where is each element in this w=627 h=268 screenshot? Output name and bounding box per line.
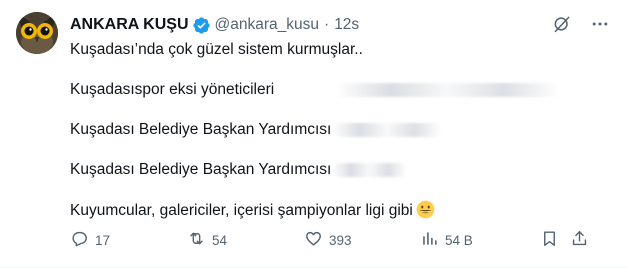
tweet-line: Kuşadası’nda çok güzel sistem kurmuşlar.… [70, 41, 363, 58]
display-name[interactable]: ANKARA KUŞU [70, 16, 189, 34]
tweet-header: ANKARA KUŞU @ankara_kusu · 12s [70, 14, 359, 36]
action-bar: 17 54 393 54 B [70, 229, 590, 251]
bookmark-icon [540, 229, 559, 251]
reply-icon [70, 229, 89, 251]
author-handle[interactable]: @ankara_kusu [215, 16, 320, 34]
grinning-face-emoji [416, 200, 435, 219]
more-icon[interactable] [589, 13, 611, 35]
owl-avatar-icon[interactable] [16, 12, 58, 54]
tweet-line: Kuşadasıspor eksi yöneticileri [70, 81, 275, 98]
tweet-line: Kuşadası Belediye Başkan Yardımcısı [70, 121, 332, 138]
reply-count: 17 [95, 232, 111, 248]
tweet-line-last: Kuyumcular, galericiler, içerisi şampiyo… [70, 200, 435, 221]
top-actions [551, 13, 611, 35]
views-icon [420, 229, 439, 251]
tweet-line: Kuşadası Belediye Başkan Yardımcısı [70, 161, 332, 178]
retweet-count: 54 [212, 232, 228, 248]
tweet-card[interactable]: ANKARA KUŞU @ankara_kusu · 12s Kuşadası’… [0, 0, 627, 268]
like-button[interactable]: 393 [304, 229, 352, 251]
redacted-text [335, 83, 560, 97]
redacted-text [332, 123, 442, 137]
verified-badge-icon[interactable] [192, 16, 211, 35]
tweet-line-text: Kuyumcular, galericiler, içerisi şampiyo… [70, 202, 413, 219]
heart-icon [304, 229, 323, 251]
redacted-text [332, 163, 407, 177]
bookmark-button[interactable] [540, 229, 559, 251]
like-count: 393 [329, 232, 352, 248]
grok-icon[interactable] [551, 13, 573, 35]
share-icon [570, 229, 589, 251]
retweet-button[interactable]: 54 [187, 229, 227, 251]
views-button[interactable]: 54 B [420, 229, 473, 251]
timestamp[interactable]: 12s [334, 16, 359, 34]
retweet-icon [187, 229, 206, 251]
view-count: 54 B [445, 232, 473, 248]
separator-dot: · [324, 16, 330, 33]
share-button[interactable] [570, 229, 589, 251]
reply-button[interactable]: 17 [70, 229, 110, 251]
